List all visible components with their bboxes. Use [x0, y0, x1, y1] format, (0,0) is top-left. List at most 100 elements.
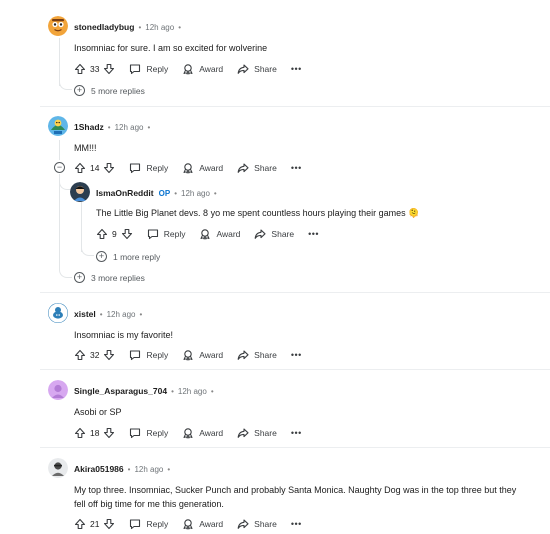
comment-meta: xistel • 12h ago • — [74, 309, 146, 319]
username[interactable]: xistel — [74, 309, 96, 319]
avatar[interactable] — [48, 303, 68, 323]
avatar[interactable] — [48, 116, 68, 136]
comment-body: Insomniac is my favorite! — [74, 330, 174, 340]
reply-label: Reply — [146, 64, 169, 74]
collapse-thread-button[interactable]: − — [54, 162, 65, 173]
avatar[interactable] — [70, 182, 90, 202]
award-label: Award — [199, 519, 224, 529]
separator-dot: • — [174, 188, 177, 198]
reply-button[interactable]: Reply — [129, 427, 168, 439]
reply-button[interactable]: Reply — [147, 228, 185, 240]
username[interactable]: Akira051986 — [74, 464, 124, 474]
avatar[interactable] — [48, 380, 68, 400]
share-button[interactable]: Share — [237, 63, 277, 75]
vote-count: 14 — [90, 163, 100, 173]
reply-button[interactable]: Reply — [129, 63, 168, 75]
upvote-icon[interactable] — [74, 518, 86, 530]
award-button[interactable]: Award — [182, 162, 223, 174]
reply-button[interactable]: Reply — [129, 518, 168, 530]
more-replies-label: 1 more reply — [113, 251, 161, 262]
divider — [40, 292, 550, 293]
award-button[interactable]: Award — [182, 349, 223, 361]
share-icon — [237, 63, 249, 75]
more-options-button[interactable]: ••• — [291, 428, 302, 438]
upvote-icon[interactable] — [74, 162, 86, 174]
more-options-button[interactable]: ••• — [291, 350, 302, 360]
more-replies-link[interactable]: + 1 more reply — [96, 251, 160, 262]
comment-meta: Akira051986 • 12h ago • — [74, 464, 174, 474]
separator-dot: • — [127, 464, 131, 474]
comment-meta: 1Shadz • 12h ago • — [74, 122, 154, 132]
more-options-button[interactable]: ••• — [291, 519, 302, 529]
timestamp[interactable]: 12h ago — [107, 310, 136, 319]
award-icon — [182, 63, 194, 75]
minus-circle-icon: − — [56, 162, 63, 172]
comment-body-line-2: fell off big time for me this generation… — [74, 499, 224, 509]
vote-count: 18 — [90, 428, 100, 438]
reply-icon — [129, 427, 141, 439]
share-button[interactable]: Share — [254, 228, 294, 240]
comment-meta: stonedladybug • 12h ago • — [74, 22, 185, 32]
reply-icon — [129, 349, 141, 361]
separator-dot: • — [138, 22, 142, 32]
share-label: Share — [254, 350, 277, 360]
thread-line — [59, 174, 60, 270]
share-button[interactable]: Share — [237, 162, 277, 174]
timestamp[interactable]: 12h ago — [115, 123, 144, 132]
share-button[interactable]: Share — [237, 427, 277, 439]
avatar[interactable] — [48, 458, 68, 478]
share-icon — [237, 349, 249, 361]
reply-button[interactable]: Reply — [129, 349, 168, 361]
reply-button[interactable]: Reply — [129, 162, 168, 174]
upvote-icon[interactable] — [74, 427, 86, 439]
award-button[interactable]: Award — [182, 427, 223, 439]
more-options-button[interactable]: ••• — [291, 64, 302, 74]
award-button[interactable]: Award — [182, 518, 223, 530]
vote-count: 33 — [90, 64, 100, 74]
upvote-icon[interactable] — [96, 228, 108, 240]
more-options-button[interactable]: ••• — [291, 163, 302, 173]
upvote-icon[interactable] — [74, 63, 86, 75]
username[interactable]: Single_Asparagus_704 — [74, 386, 167, 396]
separator-dot: • — [139, 309, 143, 319]
timestamp[interactable]: 12h ago — [134, 465, 163, 474]
timestamp[interactable]: 12h ago — [145, 23, 174, 32]
award-button[interactable]: Award — [182, 63, 223, 75]
reply-label: Reply — [146, 519, 169, 529]
plus-circle-icon: + — [74, 85, 85, 96]
share-button[interactable]: Share — [237, 349, 277, 361]
thread-line — [59, 140, 60, 160]
username[interactable]: stonedladybug — [74, 22, 134, 32]
downvote-icon[interactable] — [121, 228, 133, 240]
comment-actions: 9 Reply Award Share ••• — [96, 226, 319, 242]
plus-circle-icon: + — [74, 272, 85, 283]
timestamp[interactable]: 12h ago — [181, 189, 210, 198]
reply-label: Reply — [146, 428, 169, 438]
downvote-icon[interactable] — [103, 427, 115, 439]
share-icon — [237, 518, 249, 530]
separator-dot: • — [107, 122, 111, 132]
reply-icon — [129, 518, 141, 530]
username[interactable]: 1Shadz — [74, 122, 104, 132]
timestamp[interactable]: 12h ago — [178, 387, 207, 396]
separator-dot: • — [178, 22, 181, 32]
more-replies-link[interactable]: + 5 more replies — [74, 85, 145, 96]
more-options-button[interactable]: ••• — [308, 229, 319, 239]
award-icon — [199, 228, 211, 240]
separator-dot: • — [213, 188, 217, 198]
more-replies-link[interactable]: + 3 more replies — [74, 272, 145, 283]
thread-connector — [59, 78, 72, 90]
reply-icon — [129, 162, 141, 174]
avatar[interactable] — [48, 16, 68, 36]
upvote-icon[interactable] — [74, 349, 86, 361]
downvote-icon[interactable] — [103, 63, 115, 75]
downvote-icon[interactable] — [103, 349, 115, 361]
downvote-icon[interactable] — [103, 518, 115, 530]
comment-body: Asobi or SP — [74, 407, 122, 417]
award-button[interactable]: Award — [199, 228, 240, 240]
vote-group: 32 — [74, 349, 115, 361]
downvote-icon[interactable] — [103, 162, 115, 174]
separator-dot: • — [99, 309, 103, 319]
username[interactable]: IsmaOnReddit — [96, 188, 154, 198]
share-button[interactable]: Share — [237, 518, 277, 530]
